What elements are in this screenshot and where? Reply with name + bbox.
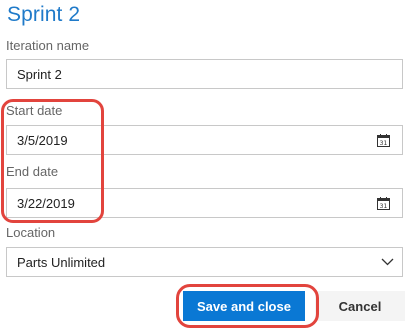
location-label: Location: [6, 225, 56, 240]
start-date-value: 3/5/2019: [17, 133, 68, 148]
end-date-value: 3/22/2019: [17, 196, 75, 211]
end-date-label: End date: [6, 164, 59, 179]
start-date-label: Start date: [6, 103, 63, 118]
end-date-field[interactable]: 3/22/2019 31: [6, 188, 403, 218]
location-value: Parts Unlimited: [17, 255, 106, 270]
edit-iteration-dialog: Sprint 2 Iteration name Sprint 2 Start d…: [0, 0, 419, 334]
svg-text:31: 31: [380, 203, 388, 210]
iteration-name-field[interactable]: Sprint 2: [6, 59, 403, 89]
calendar-icon[interactable]: 31: [377, 197, 390, 210]
save-and-close-button[interactable]: Save and close: [183, 291, 305, 321]
chevron-down-icon[interactable]: [381, 257, 394, 267]
location-select[interactable]: Parts Unlimited: [6, 247, 403, 277]
start-date-field[interactable]: 3/5/2019 31: [6, 125, 403, 155]
page-title: Sprint 2: [7, 3, 81, 26]
svg-text:31: 31: [380, 140, 388, 147]
iteration-name-label: Iteration name: [6, 38, 90, 53]
cancel-button[interactable]: Cancel: [315, 291, 405, 321]
iteration-name-value: Sprint 2: [17, 67, 62, 82]
calendar-icon[interactable]: 31: [377, 134, 390, 147]
